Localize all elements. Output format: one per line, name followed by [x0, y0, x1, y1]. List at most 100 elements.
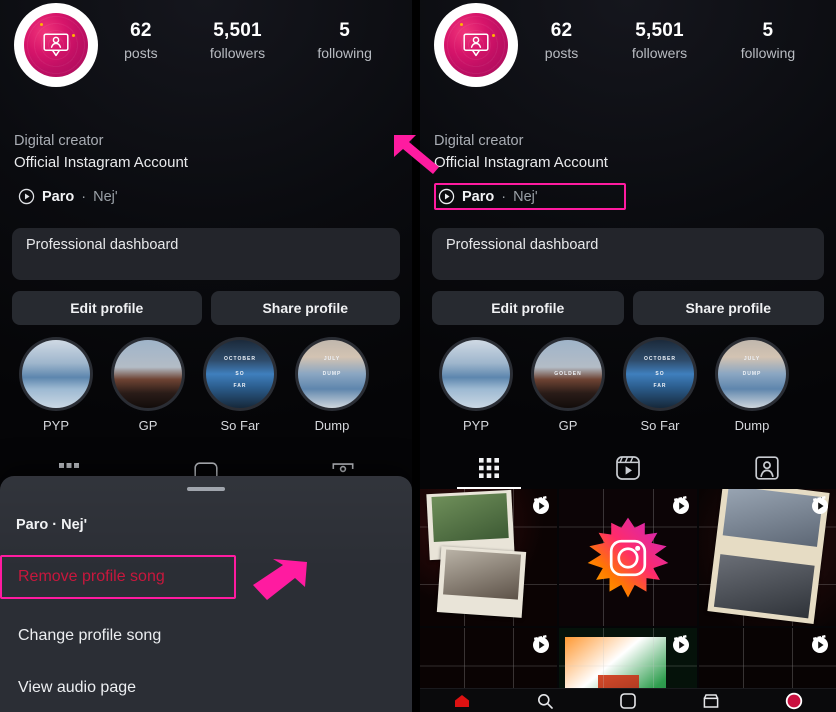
highlight-ring: JULY DUMP: [295, 337, 369, 411]
highlight-cover-text: SO: [235, 370, 245, 377]
highlight-cover-text: OCTOBER: [224, 356, 256, 363]
highlight-item[interactable]: GOLDEN GP: [526, 337, 610, 433]
highlight-item[interactable]: PYP: [434, 337, 518, 433]
profile-bio-right: Digital creator Official Instagram Accou…: [420, 132, 836, 210]
profile-song-artist: Nej': [513, 188, 538, 205]
profile-bio-left: Digital creator Official Instagram Accou…: [0, 132, 412, 210]
stat-posts-label: posts: [124, 45, 158, 62]
edit-profile-button[interactable]: Edit profile: [12, 291, 202, 325]
collage-photo: [437, 546, 527, 619]
view-audio-page-item[interactable]: View audio page: [0, 673, 412, 703]
change-profile-song-item[interactable]: Change profile song: [0, 621, 412, 651]
arrow-to-remove-profile-song: [243, 558, 309, 602]
stat-posts[interactable]: 62 posts: [124, 19, 157, 62]
stat-following-label: following: [740, 45, 796, 62]
profile-avatar-icon: [786, 692, 803, 709]
stat-followers[interactable]: 5,501 followers: [210, 19, 265, 62]
stat-following[interactable]: 5 following: [317, 19, 371, 62]
instagram-logo-post: [559, 489, 697, 627]
instagram-logo-icon: [587, 517, 669, 598]
highlight-cover: JULY DUMP: [718, 340, 786, 408]
stat-following-value: 5: [339, 20, 350, 42]
highlight-label: So Far: [220, 418, 260, 433]
stat-followers-value: 5,501: [213, 20, 262, 42]
reels-nav-icon: [620, 692, 636, 709]
highlight-cover-text: FAR: [233, 382, 247, 389]
change-profile-song-label: Change profile song: [18, 627, 162, 644]
highlight-ring: [111, 337, 185, 411]
table-row[interactable]: [698, 489, 836, 627]
nav-reels[interactable]: [613, 691, 643, 711]
avatar-sparkle-icon: [72, 34, 75, 37]
screenshot-stage: 62 posts 5,501 followers 5 following Dig…: [0, 0, 836, 712]
posts-grid: [420, 489, 836, 712]
profile-stats-right: 62 posts 5,501 followers 5 following: [518, 19, 822, 70]
professional-dashboard-button[interactable]: Professional dashboard: [12, 228, 400, 280]
highlight-item[interactable]: OCTOBER SO FAR So Far: [198, 337, 282, 433]
highlight-item[interactable]: PYP: [14, 337, 98, 433]
edit-profile-label: Edit profile: [70, 300, 144, 316]
share-profile-button[interactable]: Share profile: [632, 291, 824, 325]
table-row[interactable]: [559, 489, 697, 627]
highlight-cover: [442, 340, 510, 408]
nav-home[interactable]: [447, 691, 477, 711]
tab-reels[interactable]: [559, 447, 698, 489]
avatar-ring: [434, 3, 518, 87]
bottom-navigation-bar: [420, 688, 836, 712]
highlight-item[interactable]: OCTOBER SO FAR So Far: [618, 337, 702, 433]
highlight-cover: [22, 340, 90, 408]
profile-photo-frame-icon: [43, 33, 69, 57]
nav-shop[interactable]: [696, 691, 726, 711]
profile-description: Official Instagram Account: [434, 154, 608, 171]
stat-followers[interactable]: 5,501 followers: [632, 19, 687, 62]
play-circle-icon: [438, 188, 455, 205]
highlight-cover: OCTOBER SO FAR: [206, 340, 274, 408]
profile-song-row[interactable]: Paro · Nej': [434, 183, 626, 210]
stat-posts-value: 62: [550, 20, 573, 42]
search-icon: [537, 693, 553, 709]
highlight-label: So Far: [640, 418, 680, 433]
highlight-ring: GOLDEN: [531, 337, 605, 411]
collage-post: [420, 489, 558, 627]
profile-category: Digital creator: [14, 133, 104, 149]
best-friends-post: [698, 489, 836, 627]
highlight-item[interactable]: JULY DUMP Dump: [290, 337, 374, 433]
avatar[interactable]: [14, 3, 98, 87]
profile-stats-left: 62 posts 5,501 followers 5 following: [98, 19, 398, 70]
stat-posts[interactable]: 62 posts: [545, 19, 578, 62]
remove-profile-song-item[interactable]: Remove profile song: [0, 555, 236, 599]
highlight-label: Dump: [314, 418, 350, 433]
edit-profile-button[interactable]: Edit profile: [432, 291, 624, 325]
highlight-item[interactable]: GP: [106, 337, 190, 433]
avatar-gradient: [444, 13, 508, 77]
reels-badge-icon: [672, 635, 689, 654]
highlight-ring: OCTOBER SO FAR: [203, 337, 277, 411]
tagged-person-icon: [755, 456, 779, 480]
highlight-ring: [439, 337, 513, 411]
profile-song-row[interactable]: Paro · Nej': [14, 183, 126, 210]
nav-profile[interactable]: [779, 691, 809, 711]
arrow-to-profile-song: [392, 131, 452, 177]
highlight-label: PYP: [42, 418, 69, 433]
professional-dashboard-label: Professional dashboard: [26, 237, 179, 253]
profile-action-buttons-left: Edit profile Share profile: [12, 291, 400, 325]
nav-search[interactable]: [530, 691, 560, 711]
highlight-label: Dump: [734, 418, 770, 433]
profile-tabs-right: [420, 447, 836, 489]
edit-profile-label: Edit profile: [491, 300, 565, 316]
table-row[interactable]: [420, 489, 558, 627]
highlight-cover-text: DUMP: [322, 370, 342, 377]
share-profile-button[interactable]: Share profile: [210, 291, 400, 325]
professional-dashboard-button[interactable]: Professional dashboard: [432, 228, 824, 280]
highlight-cover: GOLDEN: [534, 340, 602, 408]
stat-following[interactable]: 5 following: [741, 19, 795, 62]
share-profile-label: Share profile: [685, 300, 772, 316]
play-circle-icon: [18, 188, 35, 205]
tab-grid[interactable]: [420, 447, 559, 489]
profile-song-separator: ·: [81, 188, 87, 205]
highlight-item[interactable]: JULY DUMP Dump: [710, 337, 794, 433]
avatar[interactable]: [434, 3, 518, 87]
highlight-cover: JULY DUMP: [298, 340, 366, 408]
tab-tagged[interactable]: [697, 447, 836, 489]
reels-badge-icon: [533, 496, 550, 514]
